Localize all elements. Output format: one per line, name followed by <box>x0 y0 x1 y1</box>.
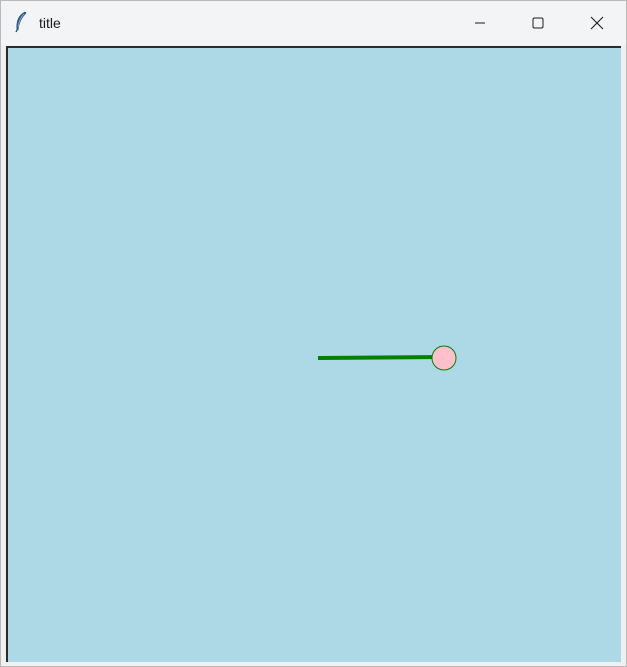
minimize-button[interactable] <box>451 1 509 45</box>
pendulum-drawing <box>317 345 457 371</box>
drawing-canvas[interactable] <box>6 46 621 662</box>
title-bar[interactable]: title <box>1 1 626 45</box>
pendulum-bob[interactable] <box>431 345 457 371</box>
app-window: title <box>0 0 627 667</box>
maximize-icon <box>532 17 544 29</box>
pendulum-rod <box>317 355 445 360</box>
minimize-icon <box>475 22 485 24</box>
maximize-button[interactable] <box>509 1 567 45</box>
close-icon <box>590 16 604 30</box>
window-title: title <box>39 15 61 31</box>
feather-icon <box>15 11 27 33</box>
close-button[interactable] <box>568 1 626 45</box>
